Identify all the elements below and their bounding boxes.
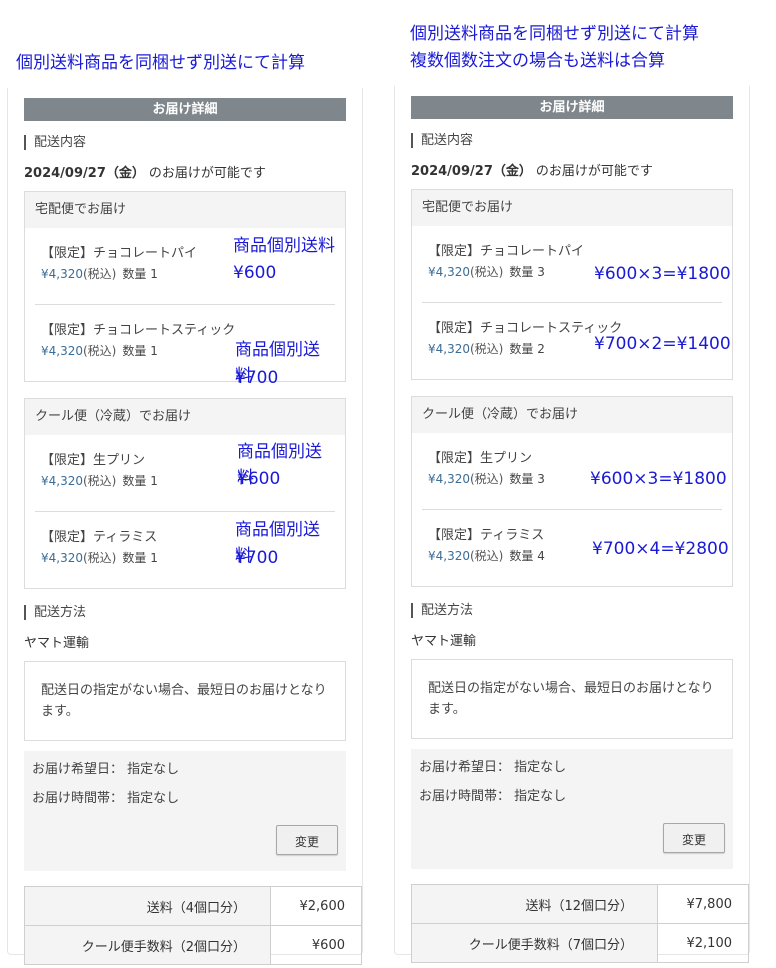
item-qty: 数量 3 [509, 265, 545, 279]
shipping-group-cool: クール便（冷蔵）でお届け 【限定】生プリン ¥4,320(税込) 数量 3 ¥60… [411, 396, 733, 587]
item-qty: 数量 1 [122, 267, 158, 281]
item-tax: (税込) [83, 344, 117, 358]
delivery-preferences: お届け希望日： 指定なし お届け時間帯： 指定なし 変更 [24, 751, 346, 871]
annotation-calc: ¥700×4=¥2800 [592, 539, 729, 559]
fee-label: クール便手数料（2個口分） [24, 925, 271, 965]
fee-value: ¥7,800 [657, 884, 749, 924]
item-price-line: ¥4,320(税込) 数量 1 [41, 265, 329, 282]
delivery-date-suffix: のお届けが可能です [535, 164, 653, 179]
section-label-contents: 配送内容 [411, 133, 733, 148]
group-title: 宅配便でお届け [25, 192, 345, 228]
group-title: クール便（冷蔵）でお届け [412, 397, 732, 433]
item-price[interactable]: ¥4,320 [41, 551, 83, 565]
fee-table: 送料（12個口分） ¥7,800 クール便手数料（7個口分） ¥2,100 [411, 884, 749, 963]
item-qty: 数量 1 [122, 344, 158, 358]
item-price[interactable]: ¥4,320 [428, 472, 470, 486]
group-title: クール便（冷蔵）でお届け [25, 399, 345, 435]
item-tax: (税込) [83, 474, 117, 488]
delivery-date-line: 2024/09/27（金） のお届けが可能です [411, 160, 733, 179]
table-row: クール便手数料（7個口分） ¥2,100 [411, 923, 749, 963]
list-item: 【限定】生プリン ¥4,320(税込) 数量 3 ¥600×3=¥1800 [422, 433, 727, 510]
pref-time: お届け時間帯： 指定なし [32, 791, 180, 806]
panel-header: お届け詳細 [411, 96, 733, 119]
section-label-method: 配送方法 [411, 603, 733, 618]
fee-value: ¥2,600 [270, 886, 362, 926]
item-qty: 数量 2 [509, 342, 545, 356]
annotation-calc: ¥700×2=¥1400 [594, 334, 731, 354]
item-name: 【限定】生プリン [428, 451, 533, 466]
shipping-group-cool: クール便（冷蔵）でお届け 【限定】生プリン ¥4,320(税込) 数量 1 商品個… [24, 398, 346, 589]
delivery-preferences: お届け希望日： 指定なし お届け時間帯： 指定なし 変更 [411, 749, 733, 869]
item-price[interactable]: ¥4,320 [41, 344, 83, 358]
delivery-notice: 配送日の指定がない場合、最短日のお届けとなります。 [411, 659, 733, 739]
item-qty: 数量 1 [122, 474, 158, 488]
change-button[interactable]: 変更 [276, 825, 338, 855]
fee-label: 送料（12個口分） [411, 884, 658, 924]
annotation-label: 商品個別送料 [233, 236, 335, 256]
item-qty: 数量 4 [509, 549, 545, 563]
carrier-name: ヤマト運輸 [24, 636, 90, 651]
delivery-date-line: 2024/09/27（金） のお届けが可能です [24, 162, 346, 181]
annotation-value: ¥700 [235, 368, 279, 388]
delivery-notice: 配送日の指定がない場合、最短日のお届けとなります。 [24, 661, 346, 741]
pref-date: お届け希望日： 指定なし [32, 762, 180, 777]
pref-time: お届け時間帯： 指定なし [419, 789, 567, 804]
item-qty: 数量 3 [509, 472, 545, 486]
table-row: 送料（4個口分） ¥2,600 [24, 886, 362, 926]
group-title: 宅配便でお届け [412, 190, 732, 226]
carrier-name: ヤマト運輸 [411, 634, 477, 649]
caption-right-line1: 個別送料商品を同梱せず別送にて計算 [410, 24, 699, 44]
item-qty: 数量 1 [122, 551, 158, 565]
caption-right-line2: 複数個数注文の場合も送料は合算 [410, 51, 665, 71]
fee-table: 送料（4個口分） ¥2,600 クール便手数料（2個口分） ¥600 [24, 886, 362, 965]
pref-date: お届け希望日： 指定なし [419, 760, 567, 775]
annotation-calc: ¥600×3=¥1800 [590, 469, 727, 489]
list-item: 【限定】チョコレートスティック ¥4,320(税込) 数量 2 ¥700×2=¥1… [422, 303, 731, 379]
list-item: 【限定】ティラミス ¥4,320(税込) 数量 1 商品個別送料 ¥700 [35, 512, 335, 588]
item-price[interactable]: ¥4,320 [428, 265, 470, 279]
annotation-calc: ¥600×3=¥1800 [594, 264, 731, 284]
delivery-date: 2024/09/27（金） [24, 166, 145, 181]
item-tax: (税込) [470, 549, 504, 563]
annotation-value: ¥700 [235, 548, 279, 568]
section-label-contents: 配送内容 [24, 135, 346, 150]
list-item: 【限定】生プリン ¥4,320(税込) 数量 1 商品個別送料 ¥600 [35, 435, 335, 512]
shipping-group-standard: 宅配便でお届け 【限定】チョコレートパイ ¥4,320(税込) 数量 1 商品個別… [24, 191, 346, 388]
item-tax: (税込) [83, 267, 117, 281]
fee-value: ¥600 [270, 925, 362, 965]
annotation-value: ¥600 [233, 263, 277, 283]
delivery-panel-right: お届け詳細 配送内容 2024/09/27（金） のお届けが可能です 宅配便でお届… [394, 86, 750, 963]
shipping-group-standard: 宅配便でお届け 【限定】チョコレートパイ ¥4,320(税込) 数量 3 ¥600… [411, 189, 733, 380]
fee-label: 送料（4個口分） [24, 886, 271, 926]
item-price[interactable]: ¥4,320 [41, 474, 83, 488]
delivery-panel-left: お届け詳細 配送内容 2024/09/27（金） のお届けが可能です 宅配便でお届… [7, 88, 363, 965]
item-price[interactable]: ¥4,320 [428, 549, 470, 563]
list-item: 【限定】チョコレートパイ ¥4,320(税込) 数量 3 ¥600×3=¥1800 [422, 226, 731, 303]
change-button[interactable]: 変更 [663, 823, 725, 853]
item-tax: (税込) [470, 472, 504, 486]
list-item: 【限定】ティラミス ¥4,320(税込) 数量 4 ¥700×4=¥2800 [422, 510, 729, 586]
delivery-date-suffix: のお届けが可能です [148, 166, 266, 181]
item-price[interactable]: ¥4,320 [41, 267, 83, 281]
table-row: 送料（12個口分） ¥7,800 [411, 884, 749, 924]
table-row: クール便手数料（2個口分） ¥600 [24, 925, 362, 965]
item-name: 【限定】チョコレートパイ [428, 244, 585, 259]
fee-label: クール便手数料（7個口分） [411, 923, 658, 963]
caption-left: 個別送料商品を同梱せず別送にて計算 [16, 53, 305, 73]
list-item: 【限定】チョコレートパイ ¥4,320(税込) 数量 1 商品個別送料 ¥600 [35, 228, 335, 305]
item-tax: (税込) [470, 265, 504, 279]
item-tax: (税込) [470, 342, 504, 356]
annotation-value: ¥600 [237, 469, 281, 489]
delivery-date: 2024/09/27（金） [411, 164, 532, 179]
item-name: 【限定】チョコレートスティック [41, 323, 236, 338]
panel-header: お届け詳細 [24, 98, 346, 121]
section-label-method: 配送方法 [24, 605, 346, 620]
list-item: 【限定】チョコレートスティック ¥4,320(税込) 数量 1 商品個別送料 ¥7… [35, 305, 335, 388]
fee-value: ¥2,100 [657, 923, 749, 963]
item-tax: (税込) [83, 551, 117, 565]
item-price[interactable]: ¥4,320 [428, 342, 470, 356]
